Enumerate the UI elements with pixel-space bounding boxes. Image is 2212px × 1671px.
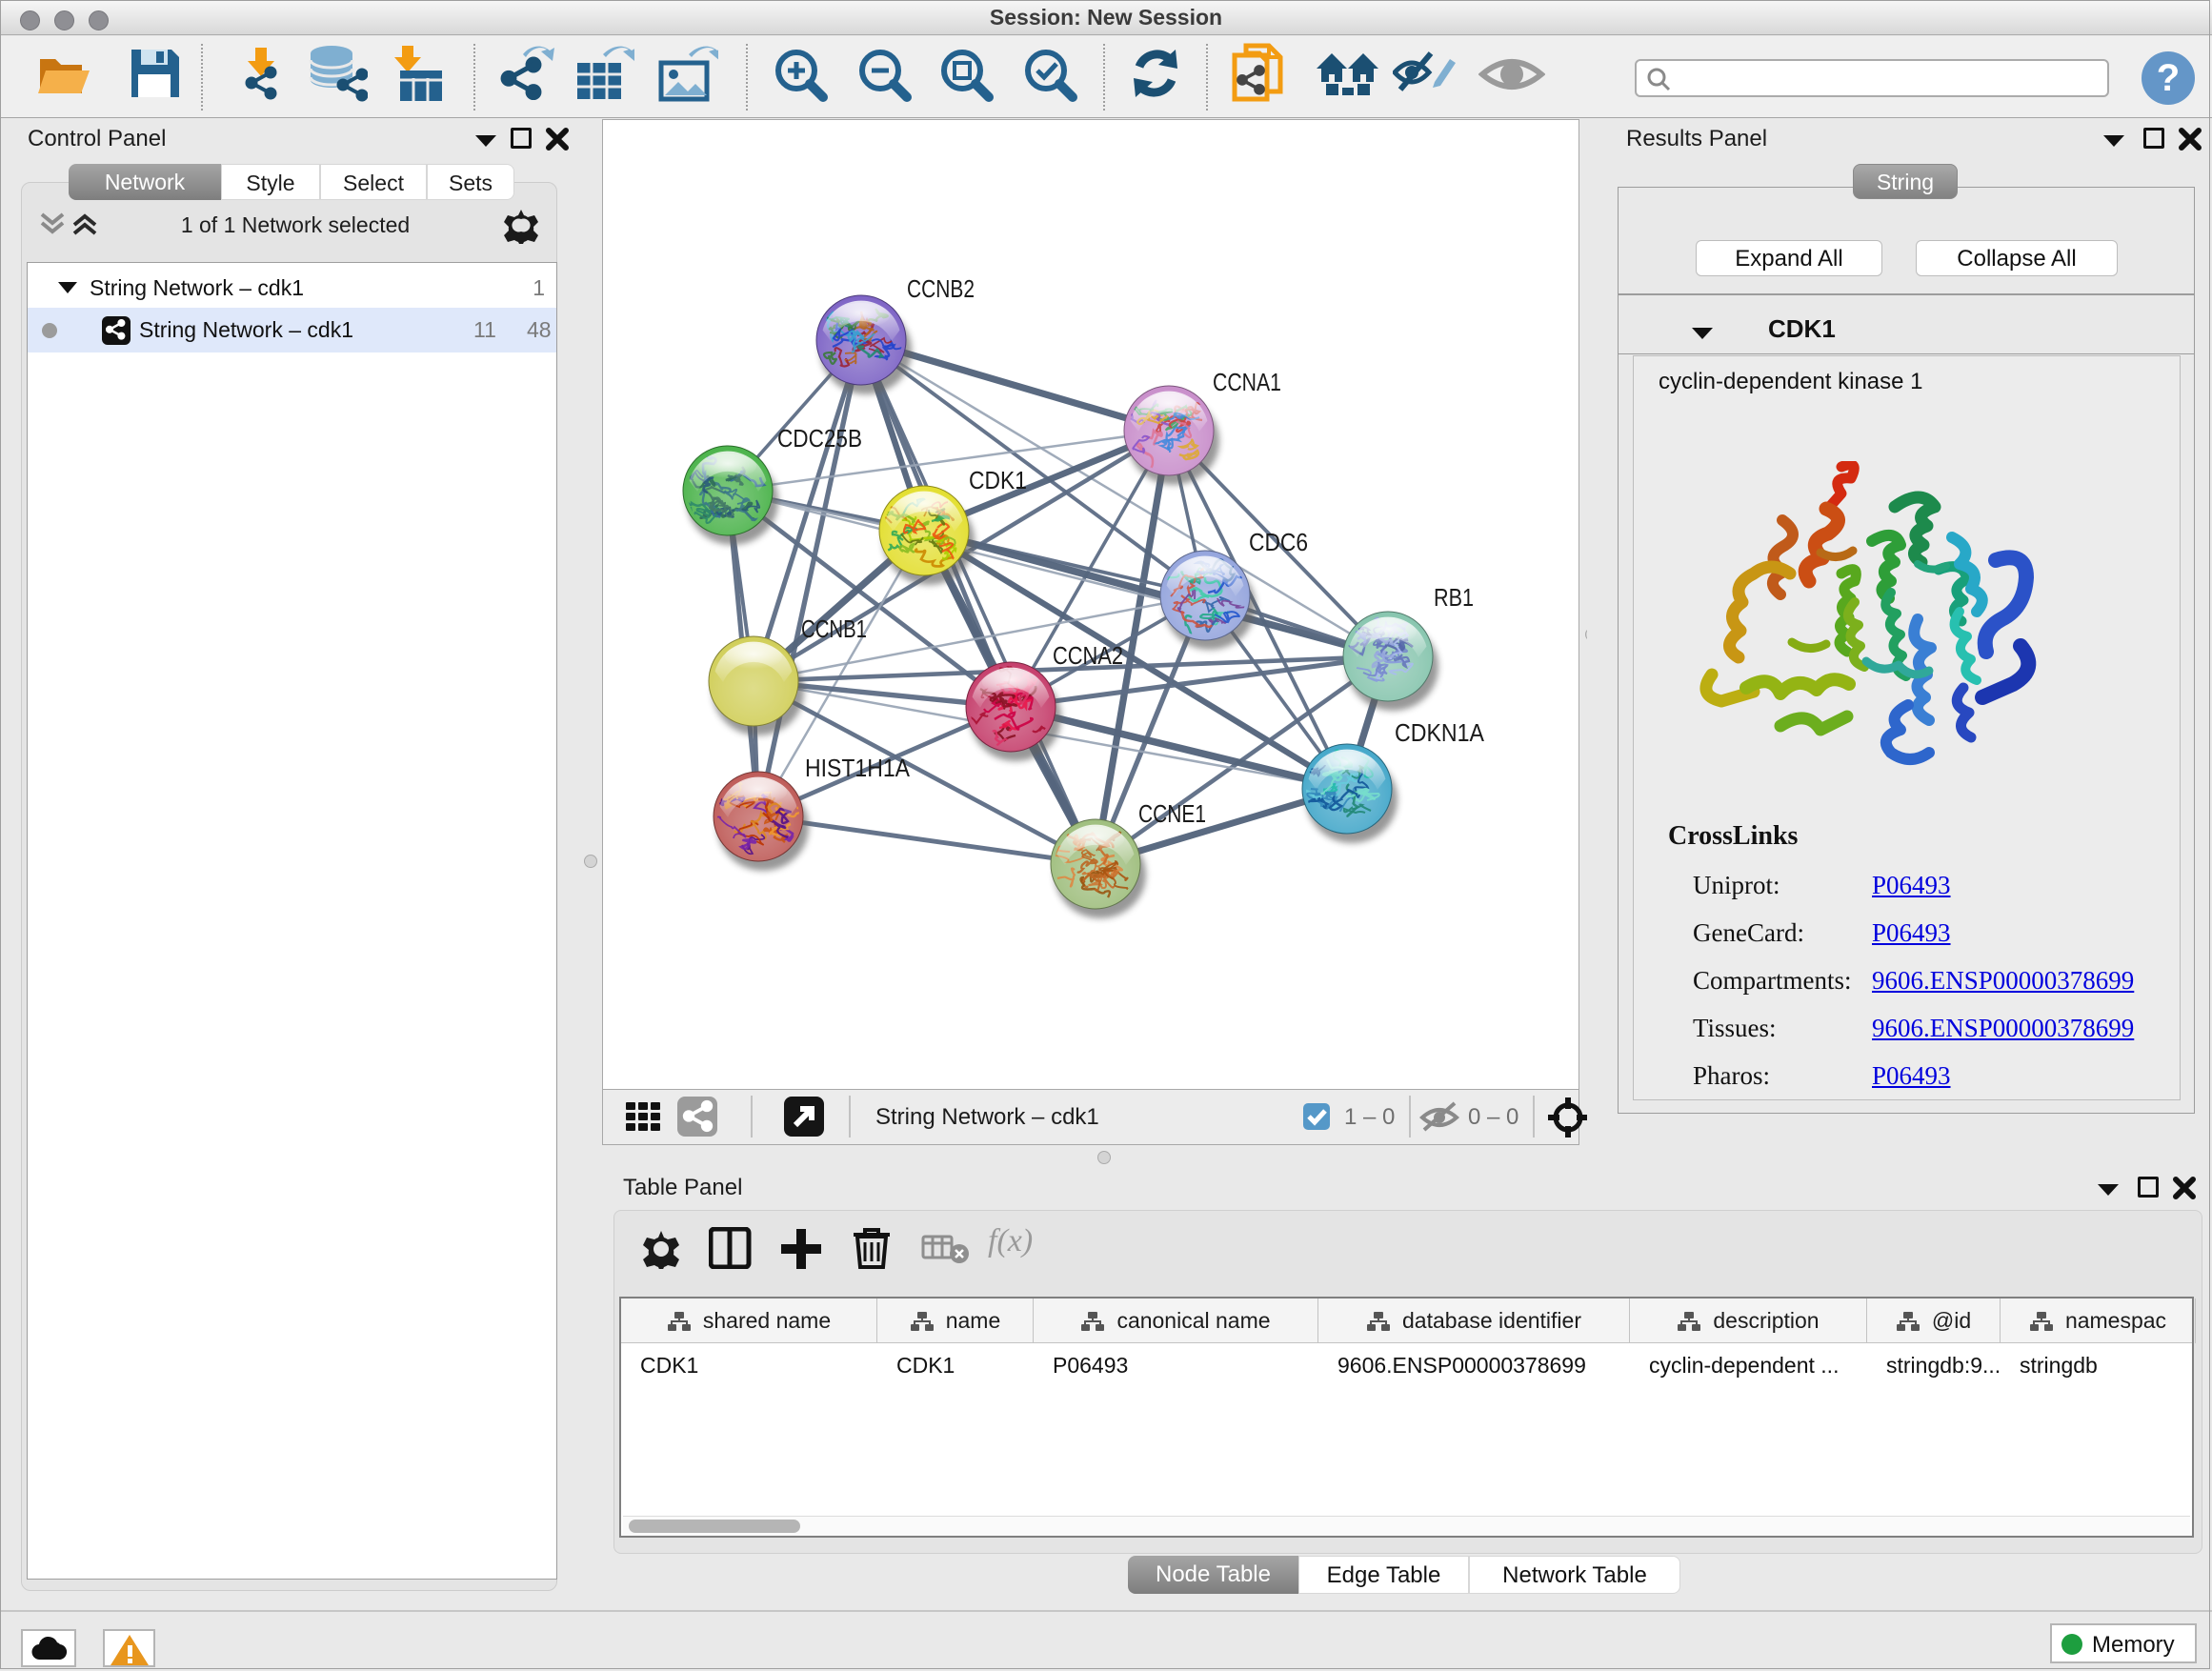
svg-text:CCNA2: CCNA2 <box>1053 641 1123 670</box>
svg-text:CCNB2: CCNB2 <box>907 274 975 303</box>
svg-text:RB1: RB1 <box>1434 583 1474 612</box>
svg-text:CDC6: CDC6 <box>1249 528 1308 556</box>
svg-text:CDKN1A: CDKN1A <box>1395 718 1485 747</box>
svg-text:HIST1H1A: HIST1H1A <box>805 754 911 782</box>
svg-text:CDK1: CDK1 <box>969 466 1027 494</box>
svg-text:CCNA1: CCNA1 <box>1213 368 1281 396</box>
svg-text:CDC25B: CDC25B <box>777 424 862 453</box>
svg-text:CCNE1: CCNE1 <box>1138 799 1206 828</box>
svg-text:CCNB1: CCNB1 <box>801 614 867 643</box>
